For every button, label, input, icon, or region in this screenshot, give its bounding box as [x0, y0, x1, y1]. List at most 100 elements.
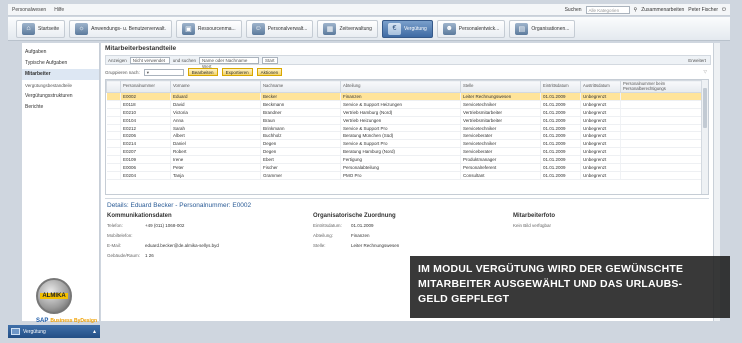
table-row[interactable]: E0104 Anna Braun Vertrieb Heizungen Vertrieb… [106, 116, 703, 125]
sidebar-item-mitarbeiter[interactable]: Mitarbeiter [22, 69, 99, 80]
tab-label: Startseite [38, 25, 60, 32]
search-input[interactable]: Alle Kategorien [585, 5, 630, 14]
table-cell: Ebert [260, 155, 341, 165]
caption-line: MITARBEITER AUSGEWÄHLT UND DAS URLAUBS- [418, 278, 683, 290]
row-selector[interactable] [106, 124, 121, 133]
table-cell [620, 163, 703, 172]
tab-zeitverwaltung[interactable]: ▦ Zeitverwaltung [317, 19, 378, 38]
table-row[interactable]: E0212 Sarah Brinkmann Service & Support Pro… [106, 124, 703, 133]
table-cell: Grammer [260, 171, 341, 180]
tab-ressourcen[interactable]: ▣ Ressourcenma... [175, 19, 242, 38]
column-header[interactable]: Stelle [460, 80, 541, 93]
column-header[interactable]: Nachname [260, 80, 341, 93]
table-cell [620, 139, 703, 149]
table-cell: 01.01.2009 [540, 171, 581, 180]
table-cell: Service & Support Pro [340, 139, 461, 149]
sidebar-item-typische-aufgaben[interactable]: Typische Aufgaben [22, 58, 99, 69]
row-selector[interactable] [106, 139, 121, 149]
table-scrollbar[interactable] [701, 80, 708, 194]
payroll-icon: € [387, 22, 401, 35]
row-selector[interactable] [106, 108, 121, 117]
power-icon[interactable]: ⏻ [722, 7, 726, 13]
sidebar-item-berichte[interactable]: Berichte [22, 102, 99, 113]
start-button[interactable]: Start [262, 56, 278, 64]
table-row[interactable]: E0006 Peter Fischer Personalabteilung Person… [106, 163, 703, 172]
table-row[interactable]: E0109 Irene Ebert Fertigung Produktmanager 01… [106, 155, 703, 165]
filter-icon[interactable]: ▽ [704, 69, 707, 75]
row-selector[interactable] [106, 155, 121, 165]
taskbar[interactable]: Vergütung ▴ [8, 325, 100, 338]
table-cell: Fertigung [340, 155, 461, 165]
table-row[interactable]: E0210 Victoria Brandner Vertrieb Hamburg (N… [106, 108, 703, 117]
column-header[interactable]: Eintrittsdatum [540, 80, 581, 93]
column-header[interactable]: Abteilung [340, 80, 461, 93]
user-name[interactable]: Peter Fischer [688, 7, 718, 13]
chevron-up-icon[interactable]: ▴ [93, 328, 96, 335]
table-cell: Beckmann [260, 100, 341, 109]
table-row[interactable]: E0214 Daniel Degen Service & Support Pro Ser… [106, 139, 703, 149]
detail-label: Abteilung: [313, 233, 334, 238]
show-select[interactable]: Nicht verwendet [129, 56, 170, 64]
menu-personalwesen[interactable]: Personalwesen [12, 7, 46, 13]
table-cell: Unbegrenzt [580, 147, 621, 157]
detail-value: 1 26 [145, 253, 154, 258]
table-row[interactable]: E0204 Tanja Grammer PMO Pro Consultant 01.01.… [106, 171, 703, 180]
filter-search-input[interactable]: Name oder Nachname Wert [199, 56, 260, 69]
table-row[interactable]: E0206 Albert Buchholz Beratung München (Süd… [106, 131, 703, 141]
table-row[interactable]: E0207 Robert Degen Beratung Hamburg (Nord) S… [106, 147, 703, 157]
row-selector[interactable] [106, 163, 121, 172]
search-icon[interactable]: ⚲ [634, 7, 638, 13]
tab-organisation[interactable]: ▤ Organisationen... [509, 19, 576, 38]
group-label: Gruppieren nach: [105, 69, 140, 75]
table-cell: Daniel [170, 139, 261, 149]
row-selector[interactable] [106, 147, 121, 157]
column-header[interactable]: Personalnummer [120, 80, 171, 93]
scroll-thumb[interactable] [703, 88, 707, 128]
table-cell: E0104 [120, 116, 171, 125]
table-cell: Unbegrenzt [580, 100, 621, 109]
menu-hilfe[interactable]: Hilfe [54, 7, 64, 13]
sidebar-item-verguetungsstrukturen[interactable]: Vergütungsstrukturen [22, 91, 99, 102]
caption-overlay: IM MODUL VERGÜTUNG WIRD DER GEWÜNSCHTE M… [410, 256, 730, 318]
table-cell: Unbegrenzt [580, 116, 621, 125]
advanced-link[interactable]: Erweitert [688, 58, 706, 63]
edit-button[interactable]: Bearbeiten [187, 68, 218, 76]
tab-personalentwicklung[interactable]: ☻ Personalentwick... [436, 19, 506, 38]
tab-verguetung[interactable]: € Vergütung [381, 19, 433, 38]
window-icon [11, 328, 20, 335]
table-cell: 01.01.2009 [540, 147, 581, 157]
table-cell: Beratung Hamburg (Nord) [340, 147, 461, 157]
row-selector[interactable] [106, 92, 121, 101]
table-row[interactable]: E0118 David Beckmann Service & Support Heiz… [106, 100, 703, 109]
row-selector[interactable] [106, 100, 121, 109]
collaborate-link[interactable]: Zusammenarbeiten [641, 7, 684, 13]
row-selector[interactable] [106, 171, 121, 180]
table-cell [620, 116, 703, 125]
tab-personalverwaltung[interactable]: ☺ Personalverwalt... [245, 19, 314, 38]
sidebar-item-aufgaben[interactable]: Aufgaben [22, 47, 99, 58]
detail-row: E-Mail: eduard.becker@de.almika-sellys.by… [107, 243, 219, 248]
table-cell: Victoria [170, 108, 261, 117]
table-cell: Fischer [260, 163, 341, 172]
menubar-right: Suchen Alle Kategorien ⚲ Zusammenarbeite… [565, 5, 726, 14]
column-header[interactable]: Personalnummer beim Personalberechtigung… [620, 80, 703, 93]
page-title: Mitarbeiterbestandteile [105, 45, 177, 52]
row-selector[interactable] [106, 131, 121, 141]
table-cell: David [170, 100, 261, 109]
detail-value: 01.01.2009 [351, 223, 374, 228]
table-cell: Albert [170, 131, 261, 141]
export-button[interactable]: Exportieren [221, 68, 253, 76]
tab-startseite[interactable]: ⌂ Startseite [16, 19, 66, 38]
column-header[interactable]: Vorname [170, 80, 261, 93]
sidebar-item-verguetungsbestandteile[interactable]: Vergütungsbestandteile [22, 80, 99, 91]
tab-label: Personalverwalt... [267, 25, 308, 32]
table-row[interactable]: E0002 Eduard Becker Finanzen Leiter Rechnung… [106, 92, 703, 101]
tab-benutzerverwaltung[interactable]: ☼ Anwendungs- u. Benutzerverwalt. [69, 19, 172, 38]
actions-button[interactable]: Aktionen [256, 68, 283, 76]
group-select[interactable]: ▾ [143, 68, 184, 76]
table-cell: E0204 [120, 171, 171, 180]
detail-label: Mobiltelefon: [107, 233, 133, 238]
column-header[interactable]: Austrittsdatum [580, 80, 621, 93]
table-cell [620, 92, 703, 101]
row-selector[interactable] [106, 116, 121, 125]
